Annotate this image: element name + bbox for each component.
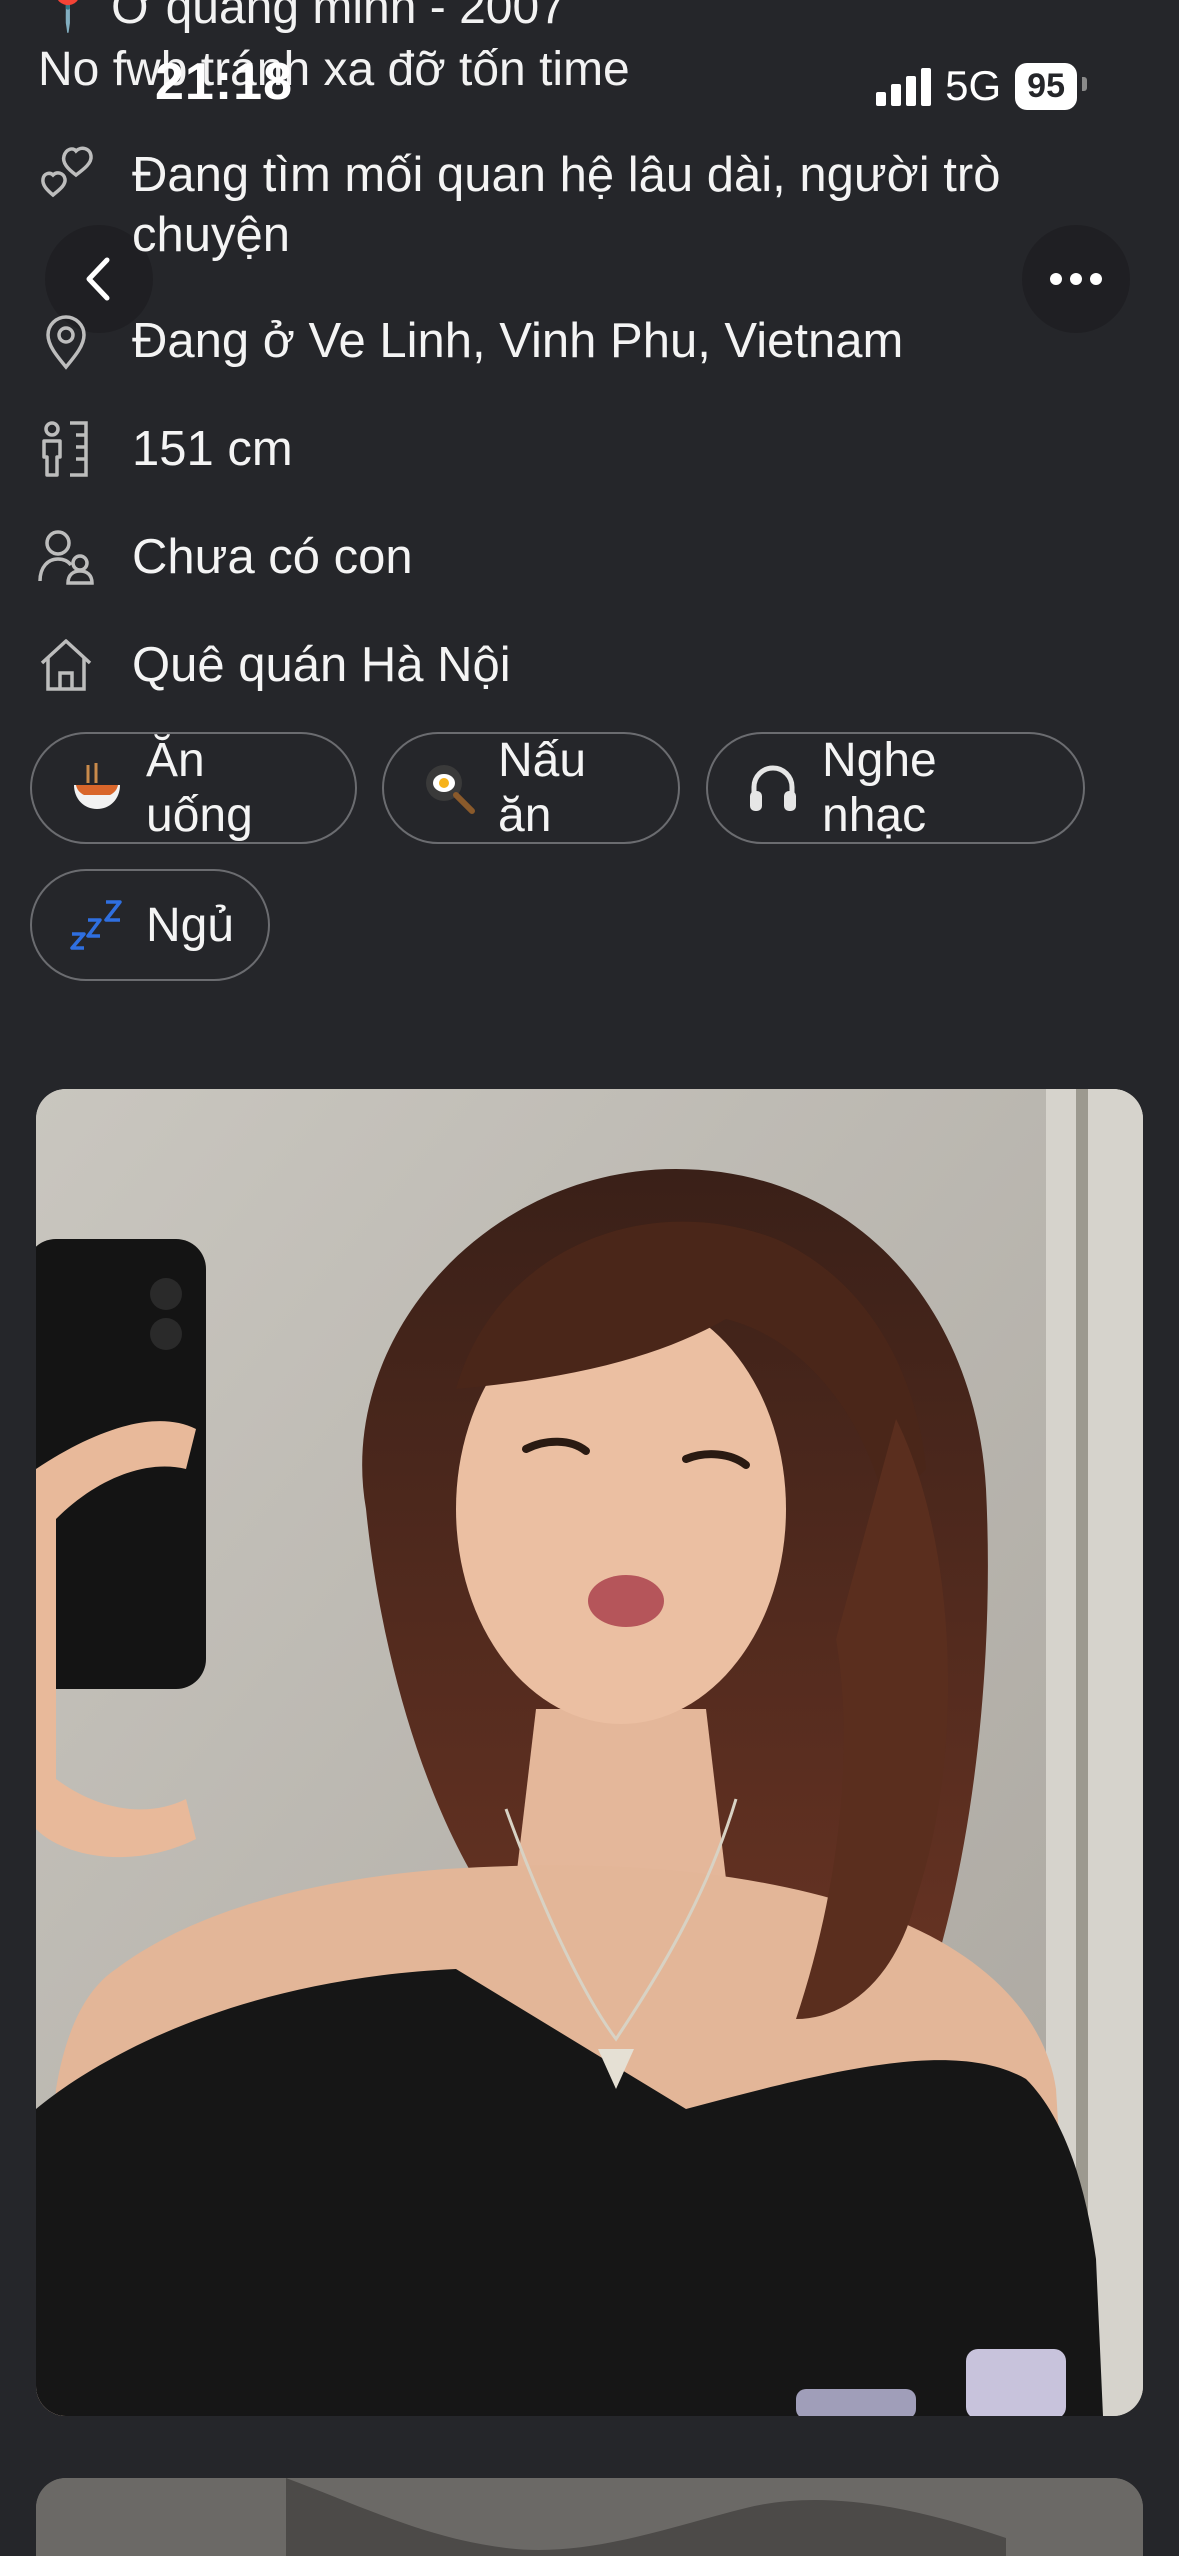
interest-label: Ngủ	[146, 898, 235, 952]
info-row-hometown: Quê quán Hà Nội	[36, 635, 1132, 695]
interest-chip-music: Nghe nhạc	[706, 732, 1085, 844]
interest-label: Nấu ăn	[498, 734, 587, 842]
info-text-height: 151 cm	[132, 422, 293, 476]
info-row-location: Đang ở Ve Linh, Vinh Phu, Vietnam	[36, 311, 1132, 371]
sleep-zzz-icon	[70, 900, 122, 950]
battery-indicator: 95	[1015, 62, 1087, 110]
children-icon	[38, 530, 94, 585]
info-row-children: Chưa có con	[36, 527, 1132, 587]
info-row-relationship: Đang tìm mối quan hệ lâu dài, người trò …	[36, 145, 1132, 265]
headphones-icon	[750, 765, 796, 811]
info-text-children: Chưa có con	[132, 530, 413, 584]
info-text-location: Đang ở Ve Linh, Vinh Phu, Vietnam	[132, 314, 904, 368]
interest-chip-eating: Ăn uống	[30, 732, 357, 844]
info-row-height: 151 cm	[36, 419, 1132, 479]
interest-chip-sleeping: Ngủ	[30, 869, 270, 981]
photo-illustration	[36, 1089, 1143, 2416]
interest-label: Nghe nhạc	[822, 734, 937, 842]
frying-pan-icon	[426, 765, 475, 814]
profile-photo-next[interactable]	[36, 2478, 1143, 2556]
info-text-hometown: Quê quán Hà Nội	[132, 638, 511, 692]
status-time: 21:18	[155, 53, 293, 111]
hearts-icon	[41, 146, 93, 198]
interest-label: Ăn uống	[146, 734, 253, 842]
height-icon	[42, 421, 88, 477]
cellular-signal-icon	[876, 66, 932, 106]
bio-line-note: No fwb tránh xa đỡ tốn time	[38, 43, 630, 96]
info-text-relationship: Đang tìm mối quan hệ lâu dài, người trò …	[132, 148, 1001, 262]
home-icon	[40, 639, 92, 691]
location-pin-icon	[46, 315, 86, 370]
noodle-bowl-icon	[74, 763, 120, 809]
status-indicators: 5G 95	[876, 62, 1087, 110]
ellipsis-icon	[1050, 273, 1102, 285]
bio-line-hometown: 📍 Ở quang minh - 2007	[38, 0, 566, 34]
profile-photo[interactable]	[36, 1089, 1143, 2416]
network-type: 5G	[945, 62, 1002, 109]
interest-chip-cooking: Nấu ăn	[382, 732, 680, 844]
photo-illustration	[36, 2478, 1143, 2556]
